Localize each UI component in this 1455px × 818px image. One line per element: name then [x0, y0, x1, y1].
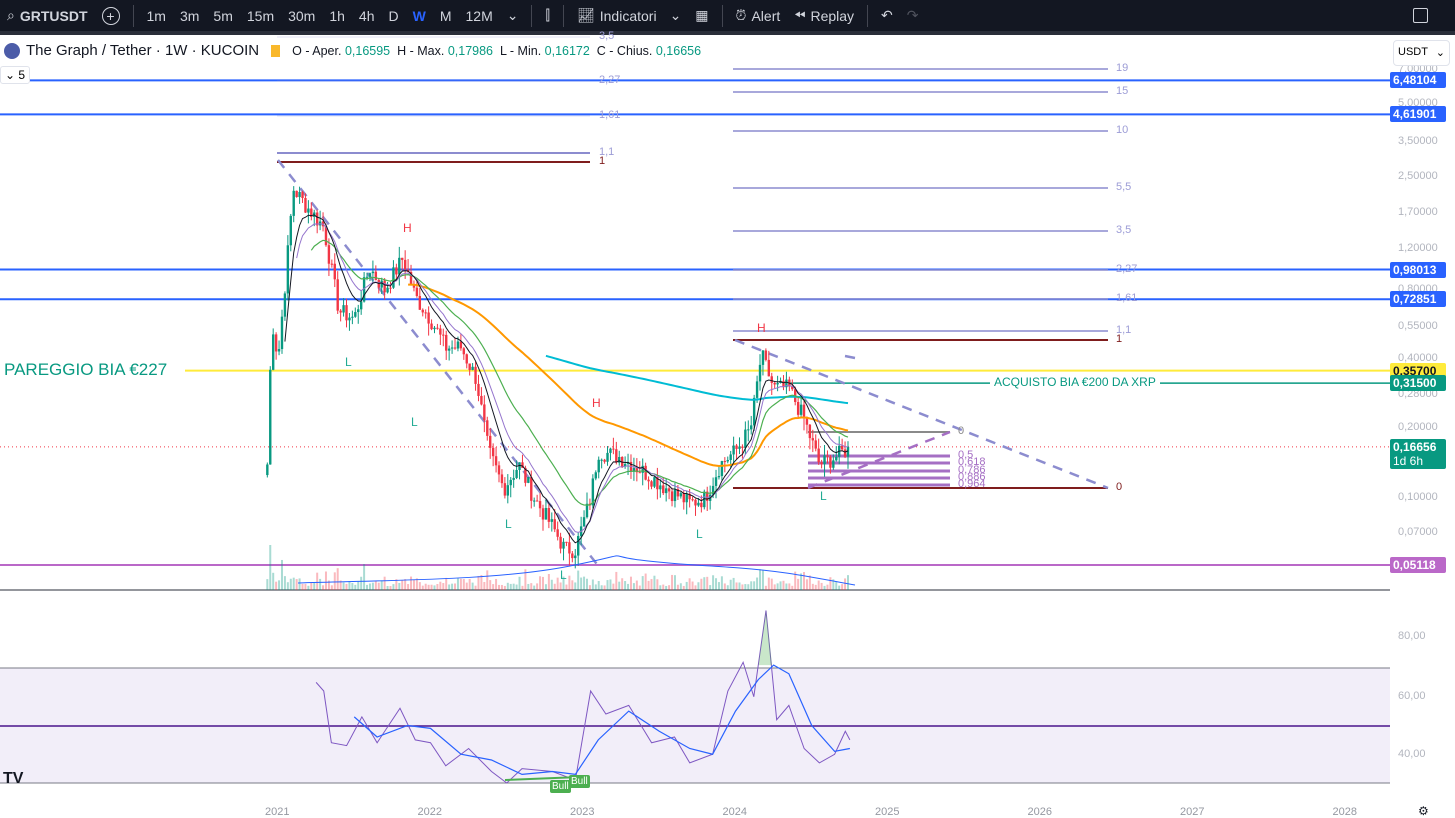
rsi-axis-label: 80,00 — [1398, 630, 1426, 642]
fib-label: 2,27 — [599, 74, 621, 86]
fib-label: 10 — [1116, 124, 1129, 136]
price-axis-label: 1,20000 — [1398, 242, 1438, 254]
price-axis-label: 0,10000 — [1398, 491, 1438, 503]
time-axis-label: 2021 — [265, 806, 290, 818]
open-value: 0,16595 — [344, 43, 391, 58]
fib-label: 19 — [1116, 62, 1129, 74]
low-label: L - Min. — [499, 43, 542, 58]
price-tag: 0,72851 — [1390, 291, 1446, 308]
indicators-collapse-button[interactable]: ⌄ 5 — [0, 66, 31, 84]
price-tag: 4,61901 — [1390, 106, 1446, 123]
time-axis-label: 2022 — [417, 806, 442, 818]
fib-label: 0,964 — [958, 478, 986, 490]
time-axis-label: 2024 — [722, 806, 747, 818]
close-value: 0,16656 — [655, 43, 702, 58]
pivot-low-label: L — [820, 489, 827, 503]
fib-label: 1 — [599, 155, 606, 167]
countdown: 1d 6h — [1393, 453, 1424, 468]
pareggio-label: PAREGGIO BIA €227 — [2, 359, 170, 380]
grt-logo-icon — [4, 42, 20, 59]
high-value: 0,17986 — [447, 43, 493, 58]
fib-label: 5,5 — [1116, 181, 1132, 193]
high-label: H - Max. — [397, 43, 445, 58]
pivot-low-label: L — [560, 568, 567, 582]
pivot-low-label: L — [696, 527, 703, 541]
rsi-axis-label: 40,00 — [1398, 748, 1426, 760]
pivot-high-label: H — [403, 221, 412, 235]
time-axis-label: 2028 — [1332, 806, 1357, 818]
currency-label: USDT — [1398, 46, 1428, 58]
rsi-axis-label: 60,00 — [1398, 690, 1426, 702]
settings-icon: ⚙ — [1418, 804, 1429, 818]
tradingview-logo: TV — [3, 770, 24, 787]
price-tag: 0,98013 — [1390, 261, 1446, 278]
time-axis-label: 2023 — [570, 806, 595, 818]
price-axis-label: 2,50000 — [1398, 170, 1438, 182]
chart-overlay: PAREGGIO BIA €227 ACQUISTO BIA €200 DA XR… — [0, 0, 1455, 818]
chevron-down-icon: ⌄ — [1435, 47, 1445, 59]
fib-label: 1 — [1116, 333, 1123, 345]
currency-select[interactable]: USDT ⌄ — [1393, 40, 1450, 66]
pivot-low-label: L — [505, 517, 512, 531]
ohlc-values: O - Aper. 0,16595 H - Max. 0,17986 L - M… — [292, 44, 701, 58]
bull-label: Bull — [550, 780, 571, 793]
fib-label: 3,5 — [599, 30, 615, 42]
price-axis-label: 0,55000 — [1398, 320, 1438, 332]
time-axis-label: 2027 — [1180, 806, 1205, 818]
indicator-count: 5 — [18, 68, 26, 82]
price-tag: 0,16656 1d 6h — [1390, 438, 1446, 469]
symbol-title[interactable]: The Graph / Tether · 1W · KUCOIN — [26, 42, 259, 59]
fib-label: 15 — [1116, 85, 1129, 97]
fib-label: 1,61 — [1116, 292, 1138, 304]
fib-label: 2,27 — [1116, 263, 1138, 275]
pivot-high-label: H — [757, 321, 766, 335]
flag-icon — [271, 44, 281, 57]
time-axis-label: 2026 — [1027, 806, 1052, 818]
fib-label: 0 — [958, 425, 965, 437]
price-axis-label: 0,07000 — [1398, 526, 1438, 538]
low-value: 0,16172 — [544, 43, 590, 58]
pivot-low-label: L — [345, 355, 352, 369]
pivot-high-label: H — [592, 396, 601, 410]
acquisto-label: ACQUISTO BIA €200 DA XRP — [990, 375, 1160, 390]
pivot-low-label: L — [411, 415, 418, 429]
open-label: O - Aper. — [292, 43, 342, 58]
price-tag: 6,48104 — [1390, 72, 1446, 89]
chart-legend: The Graph / Tether · 1W · KUCOIN O - Ape… — [4, 42, 701, 59]
close-label: C - Chius. — [596, 43, 653, 58]
fib-label: 1,61 — [599, 109, 621, 121]
fib-label: 3,5 — [1116, 224, 1132, 236]
time-axis-label: 2025 — [875, 806, 900, 818]
price-tag: 0,05118 — [1390, 557, 1446, 574]
price-axis-label: 0,20000 — [1398, 421, 1438, 433]
fib-label: 0 — [1116, 481, 1123, 493]
price-axis-label: 3,50000 — [1398, 135, 1438, 147]
bull-label: Bull — [569, 775, 590, 788]
price-axis-label: 1,70000 — [1398, 206, 1438, 218]
price-tag: 0,31500 — [1390, 375, 1446, 392]
